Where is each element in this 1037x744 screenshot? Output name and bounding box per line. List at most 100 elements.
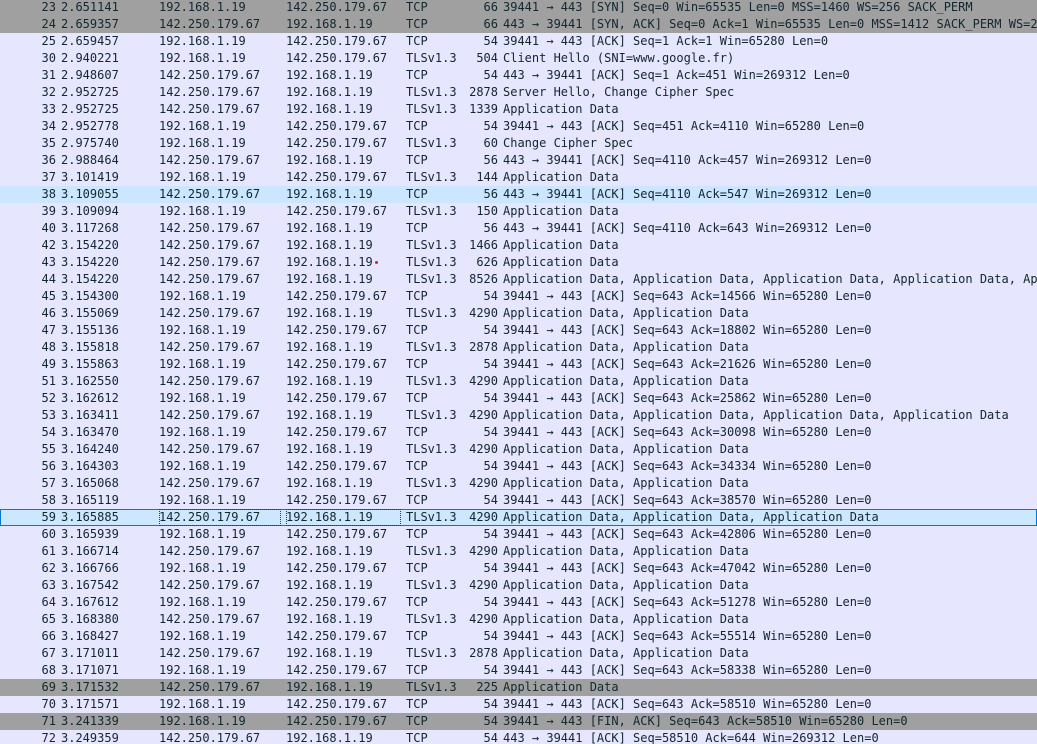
packet-source: 142.250.179.67 <box>159 731 261 744</box>
packet-source: 142.250.179.67 <box>159 272 261 286</box>
packet-time: 3.155136 <box>61 323 119 337</box>
packet-time: 3.165885 <box>61 510 119 524</box>
packet-source: 192.168.1.19 <box>159 425 246 439</box>
packet-row[interactable]: 53 3.163411 142.250.179.67 192.168.1.19 TLSv… <box>0 407 1037 424</box>
packet-row[interactable]: 59 3.165885 142.250.179.67 192.168.1.19 TLSv… <box>0 509 1037 526</box>
packet-row[interactable]: 71 3.241339 192.168.1.19 142.250.179.67 TCP 5… <box>0 713 1037 730</box>
packet-info: 39441 → 443 [ACK] Seq=1 Ack=1 Win=65280 … <box>503 34 829 48</box>
packet-row[interactable]: 24 2.659357 142.250.179.67 192.168.1.19 TCP 6… <box>0 16 1037 33</box>
packet-protocol: TCP <box>406 663 428 677</box>
packet-destination: 142.250.179.67 <box>286 119 388 133</box>
packet-length: 2878 <box>469 85 498 99</box>
packet-row[interactable]: 43 3.154220 142.250.179.67 192.168.1.19 TLSv… <box>0 254 1037 271</box>
packet-row[interactable]: 36 2.988464 142.250.179.67 192.168.1.19 TCP 5… <box>0 152 1037 169</box>
packet-destination: 192.168.1.19 <box>286 340 373 354</box>
packet-length: 4290 <box>469 306 498 320</box>
packet-info: 39441 → 443 [ACK] Seq=643 Ack=21626 Win=… <box>503 357 872 371</box>
packet-row[interactable]: 42 3.154220 142.250.179.67 192.168.1.19 TLSv… <box>0 237 1037 254</box>
packet-row[interactable]: 72 3.249359 142.250.179.67 192.168.1.19 TCP 5… <box>0 730 1037 744</box>
packet-protocol: TLSv1.3 <box>406 204 457 218</box>
packet-source: 192.168.1.19 <box>159 493 246 507</box>
packet-info: Application Data, Application Data, Appl… <box>503 408 1009 422</box>
packet-source: 142.250.179.67 <box>159 476 261 490</box>
packet-row[interactable]: 68 3.171071 192.168.1.19 142.250.179.67 TCP 5… <box>0 662 1037 679</box>
packet-row[interactable]: 52 3.162612 192.168.1.19 142.250.179.67 TCP 5… <box>0 390 1037 407</box>
packet-destination: 192.168.1.19 <box>286 272 373 286</box>
packet-row[interactable]: 46 3.155069 142.250.179.67 192.168.1.19 TLSv… <box>0 305 1037 322</box>
packet-length: 66 <box>483 0 498 14</box>
packet-length: 54 <box>483 391 498 405</box>
packet-row[interactable]: 58 3.165119 192.168.1.19 142.250.179.67 TCP 5… <box>0 492 1037 509</box>
packet-length: 56 <box>483 153 498 167</box>
packet-row[interactable]: 30 2.940221 192.168.1.19 142.250.179.67 TLSv… <box>0 50 1037 67</box>
packet-time: 3.249359 <box>61 731 119 744</box>
packet-time: 2.651141 <box>61 0 119 14</box>
packet-length: 4290 <box>469 374 498 388</box>
packet-time: 3.171532 <box>61 680 119 694</box>
packet-list[interactable]: 23 2.651141 192.168.1.19 142.250.179.67 TCP 6… <box>0 0 1037 744</box>
packet-row[interactable]: 23 2.651141 192.168.1.19 142.250.179.67 TCP 6… <box>0 0 1037 16</box>
packet-row[interactable]: 31 2.948607 142.250.179.67 192.168.1.19 TCP 5… <box>0 67 1037 84</box>
packet-info: 39441 → 443 [ACK] Seq=643 Ack=30098 Win=… <box>503 425 872 439</box>
packet-protocol: TLSv1.3 <box>406 102 457 116</box>
packet-destination: 142.250.179.67 <box>286 170 388 184</box>
packet-info: Server Hello, Change Cipher Spec <box>503 85 735 99</box>
packet-row[interactable]: 69 3.171532 142.250.179.67 192.168.1.19 TLSv… <box>0 679 1037 696</box>
packet-row[interactable]: 44 3.154220 142.250.179.67 192.168.1.19 TLSv… <box>0 271 1037 288</box>
packet-row[interactable]: 32 2.952725 142.250.179.67 192.168.1.19 TLSv… <box>0 84 1037 101</box>
packet-row[interactable]: 65 3.168380 142.250.179.67 192.168.1.19 TLSv… <box>0 611 1037 628</box>
packet-row[interactable]: 40 3.117268 142.250.179.67 192.168.1.19 TCP 5… <box>0 220 1037 237</box>
packet-time: 3.109055 <box>61 187 119 201</box>
packet-row[interactable]: 38 3.109055 142.250.179.67 192.168.1.19 TCP 5… <box>0 186 1037 203</box>
packet-info: Change Cipher Spec <box>503 136 634 150</box>
packet-destination: 192.168.1.19 <box>286 306 373 320</box>
packet-row[interactable]: 45 3.154300 192.168.1.19 142.250.179.67 TCP 5… <box>0 288 1037 305</box>
packet-row[interactable]: 51 3.162550 142.250.179.67 192.168.1.19 TLSv… <box>0 373 1037 390</box>
packet-number: 44 <box>41 272 56 286</box>
packet-info: 443 → 39441 [ACK] Seq=4110 Ack=547 Win=2… <box>503 187 872 201</box>
packet-number: 48 <box>41 340 56 354</box>
packet-time: 3.154220 <box>61 255 119 269</box>
packet-row[interactable]: 35 2.975740 192.168.1.19 142.250.179.67 TLSv… <box>0 135 1037 152</box>
packet-destination: 142.250.179.67 <box>286 323 388 337</box>
packet-protocol: TLSv1.3 <box>406 170 457 184</box>
packet-number: 60 <box>41 527 56 541</box>
packet-row[interactable]: 67 3.171011 142.250.179.67 192.168.1.19 TLSv… <box>0 645 1037 662</box>
packet-row[interactable]: 63 3.167542 142.250.179.67 192.168.1.19 TLSv… <box>0 577 1037 594</box>
packet-row[interactable]: 48 3.155818 142.250.179.67 192.168.1.19 TLSv… <box>0 339 1037 356</box>
packet-row[interactable]: 34 2.952778 192.168.1.19 142.250.179.67 TCP 5… <box>0 118 1037 135</box>
packet-row[interactable]: 54 3.163470 192.168.1.19 142.250.179.67 TCP 5… <box>0 424 1037 441</box>
packet-destination: 142.250.179.67 <box>286 493 388 507</box>
packet-row[interactable]: 49 3.155863 192.168.1.19 142.250.179.67 TCP 5… <box>0 356 1037 373</box>
packet-row[interactable]: 66 3.168427 192.168.1.19 142.250.179.67 TCP 5… <box>0 628 1037 645</box>
packet-time: 3.155863 <box>61 357 119 371</box>
packet-number: 49 <box>41 357 56 371</box>
packet-number: 56 <box>41 459 56 473</box>
packet-info: Application Data, Application Data <box>503 612 749 626</box>
packet-protocol: TLSv1.3 <box>406 442 457 456</box>
packet-row[interactable]: 37 3.101419 192.168.1.19 142.250.179.67 TLSv… <box>0 169 1037 186</box>
packet-time: 2.940221 <box>61 51 119 65</box>
packet-row[interactable]: 64 3.167612 192.168.1.19 142.250.179.67 TCP 5… <box>0 594 1037 611</box>
packet-row[interactable]: 60 3.165939 192.168.1.19 142.250.179.67 TCP 5… <box>0 526 1037 543</box>
packet-row[interactable]: 57 3.165068 142.250.179.67 192.168.1.19 TLSv… <box>0 475 1037 492</box>
packet-info: 39441 → 443 [FIN, ACK] Seq=643 Ack=58510… <box>503 714 908 728</box>
packet-time: 3.154220 <box>61 238 119 252</box>
packet-row[interactable]: 47 3.155136 192.168.1.19 142.250.179.67 TCP 5… <box>0 322 1037 339</box>
packet-row[interactable]: 70 3.171571 192.168.1.19 142.250.179.67 TCP 5… <box>0 696 1037 713</box>
packet-number: 24 <box>41 17 56 31</box>
packet-row[interactable]: 61 3.166714 142.250.179.67 192.168.1.19 TLSv… <box>0 543 1037 560</box>
packet-row[interactable]: 56 3.164303 192.168.1.19 142.250.179.67 TCP 5… <box>0 458 1037 475</box>
packet-destination: 142.250.179.67 <box>286 595 388 609</box>
packet-protocol: TLSv1.3 <box>406 51 457 65</box>
packet-destination: 192.168.1.19 <box>286 612 373 626</box>
packet-info: 443 → 39441 [SYN, ACK] Seq=0 Ack=1 Win=6… <box>503 17 1037 31</box>
packet-row[interactable]: 55 3.164240 142.250.179.67 192.168.1.19 TLSv… <box>0 441 1037 458</box>
packet-row[interactable]: 62 3.166766 192.168.1.19 142.250.179.67 TCP 5… <box>0 560 1037 577</box>
packet-protocol: TLSv1.3 <box>406 544 457 558</box>
packet-info: Application Data, Application Data, Appl… <box>503 272 1037 286</box>
packet-number: 23 <box>41 0 56 14</box>
packet-row[interactable]: 39 3.109094 192.168.1.19 142.250.179.67 TLSv… <box>0 203 1037 220</box>
packet-row[interactable]: 33 2.952725 142.250.179.67 192.168.1.19 TLSv… <box>0 101 1037 118</box>
packet-row[interactable]: 25 2.659457 192.168.1.19 142.250.179.67 TCP 5… <box>0 33 1037 50</box>
